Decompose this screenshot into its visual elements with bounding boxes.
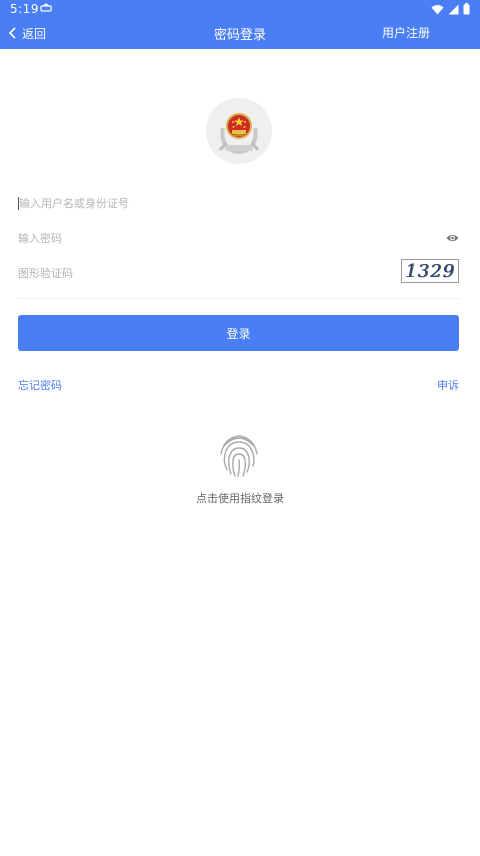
appeal-link[interactable]: 申诉	[437, 377, 459, 393]
status-bar: 5:19	[0, 0, 480, 18]
captcha-image[interactable]: 1329	[401, 259, 459, 283]
captcha-input[interactable]	[18, 260, 459, 286]
notification-icon	[40, 3, 52, 12]
emblem-icon	[206, 98, 272, 164]
username-row	[18, 190, 459, 216]
form-divider	[18, 298, 459, 299]
app-screen: 5:19 返回 密码登录 用户注册 输入用户名或身份证号 图形验证码 1329 …	[0, 0, 480, 856]
wifi-icon	[431, 4, 444, 14]
forgot-password-link[interactable]: 忘记密码	[18, 377, 62, 393]
captcha-row: 1329	[18, 259, 459, 286]
password-input[interactable]	[18, 225, 459, 251]
captcha-code: 1329	[405, 260, 455, 282]
status-icons	[431, 3, 470, 15]
eye-icon[interactable]	[446, 232, 459, 244]
text-cursor	[18, 197, 19, 210]
login-button[interactable]: 登录	[18, 315, 459, 351]
password-row	[18, 225, 459, 251]
title-bar: 返回 密码登录 用户注册	[0, 18, 480, 49]
register-link[interactable]: 用户注册	[382, 24, 430, 41]
national-emblem-logo	[206, 98, 272, 164]
top-bar: 5:19 返回 密码登录 用户注册	[0, 0, 480, 49]
username-input[interactable]	[18, 190, 459, 216]
status-time: 5:19	[10, 2, 39, 16]
battery-icon	[463, 3, 470, 15]
signal-icon	[448, 4, 459, 14]
fingerprint-login-label[interactable]: 点击使用指纹登录	[0, 490, 480, 506]
fingerprint-icon[interactable]	[218, 430, 260, 478]
